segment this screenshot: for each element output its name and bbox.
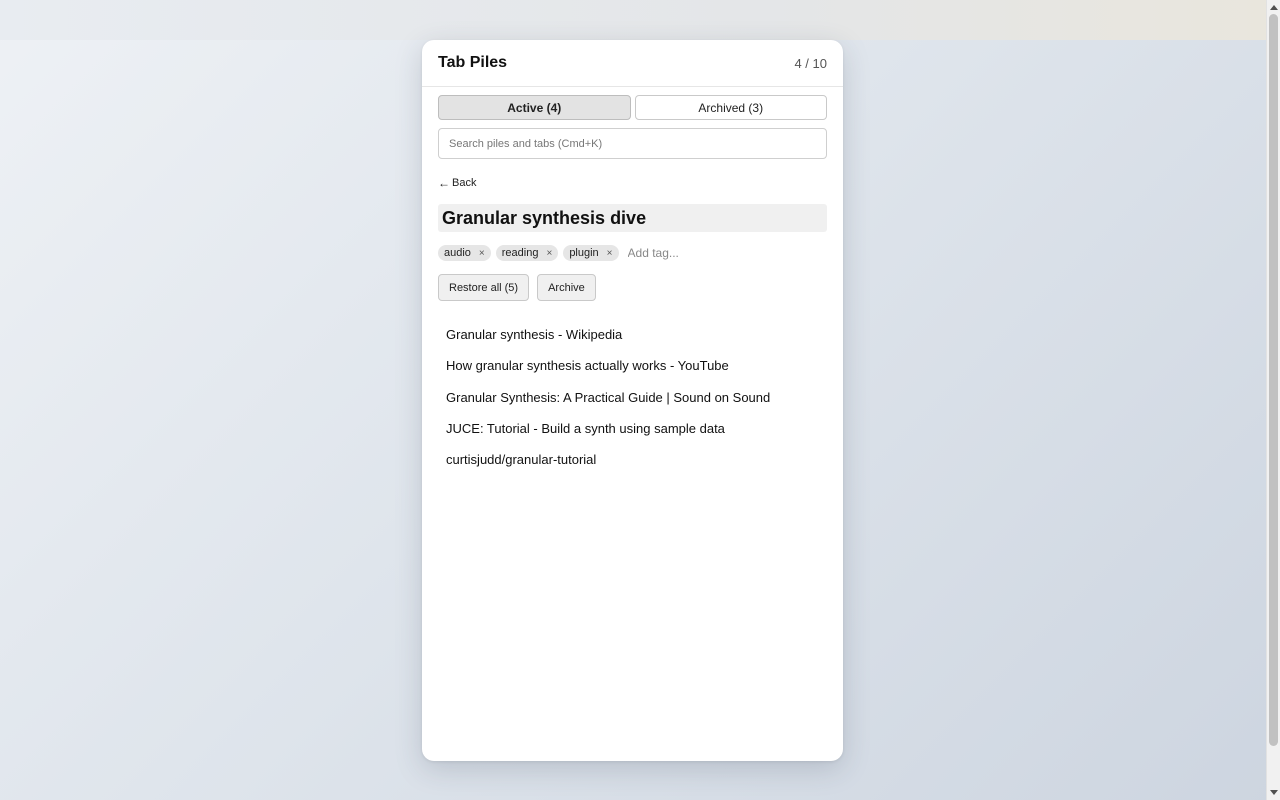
restore-all-button[interactable]: Restore all (5) xyxy=(438,274,530,301)
close-icon[interactable]: × xyxy=(607,248,613,259)
scroll-up-icon[interactable] xyxy=(1270,5,1278,10)
pile-tab-list: Granular synthesis - Wikipedia How granu… xyxy=(438,319,827,475)
panel-header: Tab Piles 4 / 10 xyxy=(422,40,843,87)
list-item[interactable]: How granular synthesis actually works - … xyxy=(438,350,827,381)
close-icon[interactable]: × xyxy=(479,248,485,259)
list-item[interactable]: curtisjudd/granular-tutorial xyxy=(438,444,827,475)
list-item[interactable]: Granular Synthesis: A Practical Guide | … xyxy=(438,382,827,413)
pile-title-input[interactable]: Granular synthesis dive xyxy=(438,204,827,232)
tab-active[interactable]: Active (4) xyxy=(438,95,631,120)
browser-top-band xyxy=(0,0,1266,40)
add-tag-input[interactable] xyxy=(627,246,718,260)
back-label: Back xyxy=(452,177,477,189)
tag-chip-audio: audio × xyxy=(438,245,491,261)
list-item[interactable]: JUCE: Tutorial - Build a synth using sam… xyxy=(438,413,827,444)
pile-count: 4 / 10 xyxy=(794,55,827,71)
tag-label: plugin xyxy=(569,247,599,259)
tab-piles-panel: Tab Piles 4 / 10 Active (4) Archived (3)… xyxy=(422,40,843,761)
tag-label: audio xyxy=(444,247,471,259)
view-tabs: Active (4) Archived (3) xyxy=(438,95,827,120)
tag-chip-plugin: plugin × xyxy=(563,245,619,261)
archive-button[interactable]: Archive xyxy=(537,274,596,301)
app-title: Tab Piles xyxy=(438,54,508,71)
back-arrow-icon: ← xyxy=(438,176,450,190)
pile-actions: Restore all (5) Archive xyxy=(438,274,827,301)
panel-content: Active (4) Archived (3) ← Back Granular … xyxy=(422,87,843,475)
tag-label: reading xyxy=(501,247,539,259)
scroll-down-icon[interactable] xyxy=(1270,790,1278,795)
close-icon[interactable]: × xyxy=(546,248,552,259)
search-input[interactable] xyxy=(438,128,827,159)
tag-list: audio × reading × plugin × xyxy=(438,245,827,261)
scrollbar-thumb[interactable] xyxy=(1269,14,1278,746)
back-link[interactable]: ← Back xyxy=(438,176,476,190)
page-scrollbar[interactable] xyxy=(1266,0,1280,800)
tag-chip-reading: reading × xyxy=(495,245,559,261)
tab-archived[interactable]: Archived (3) xyxy=(634,95,827,120)
list-item[interactable]: Granular synthesis - Wikipedia xyxy=(438,319,827,350)
